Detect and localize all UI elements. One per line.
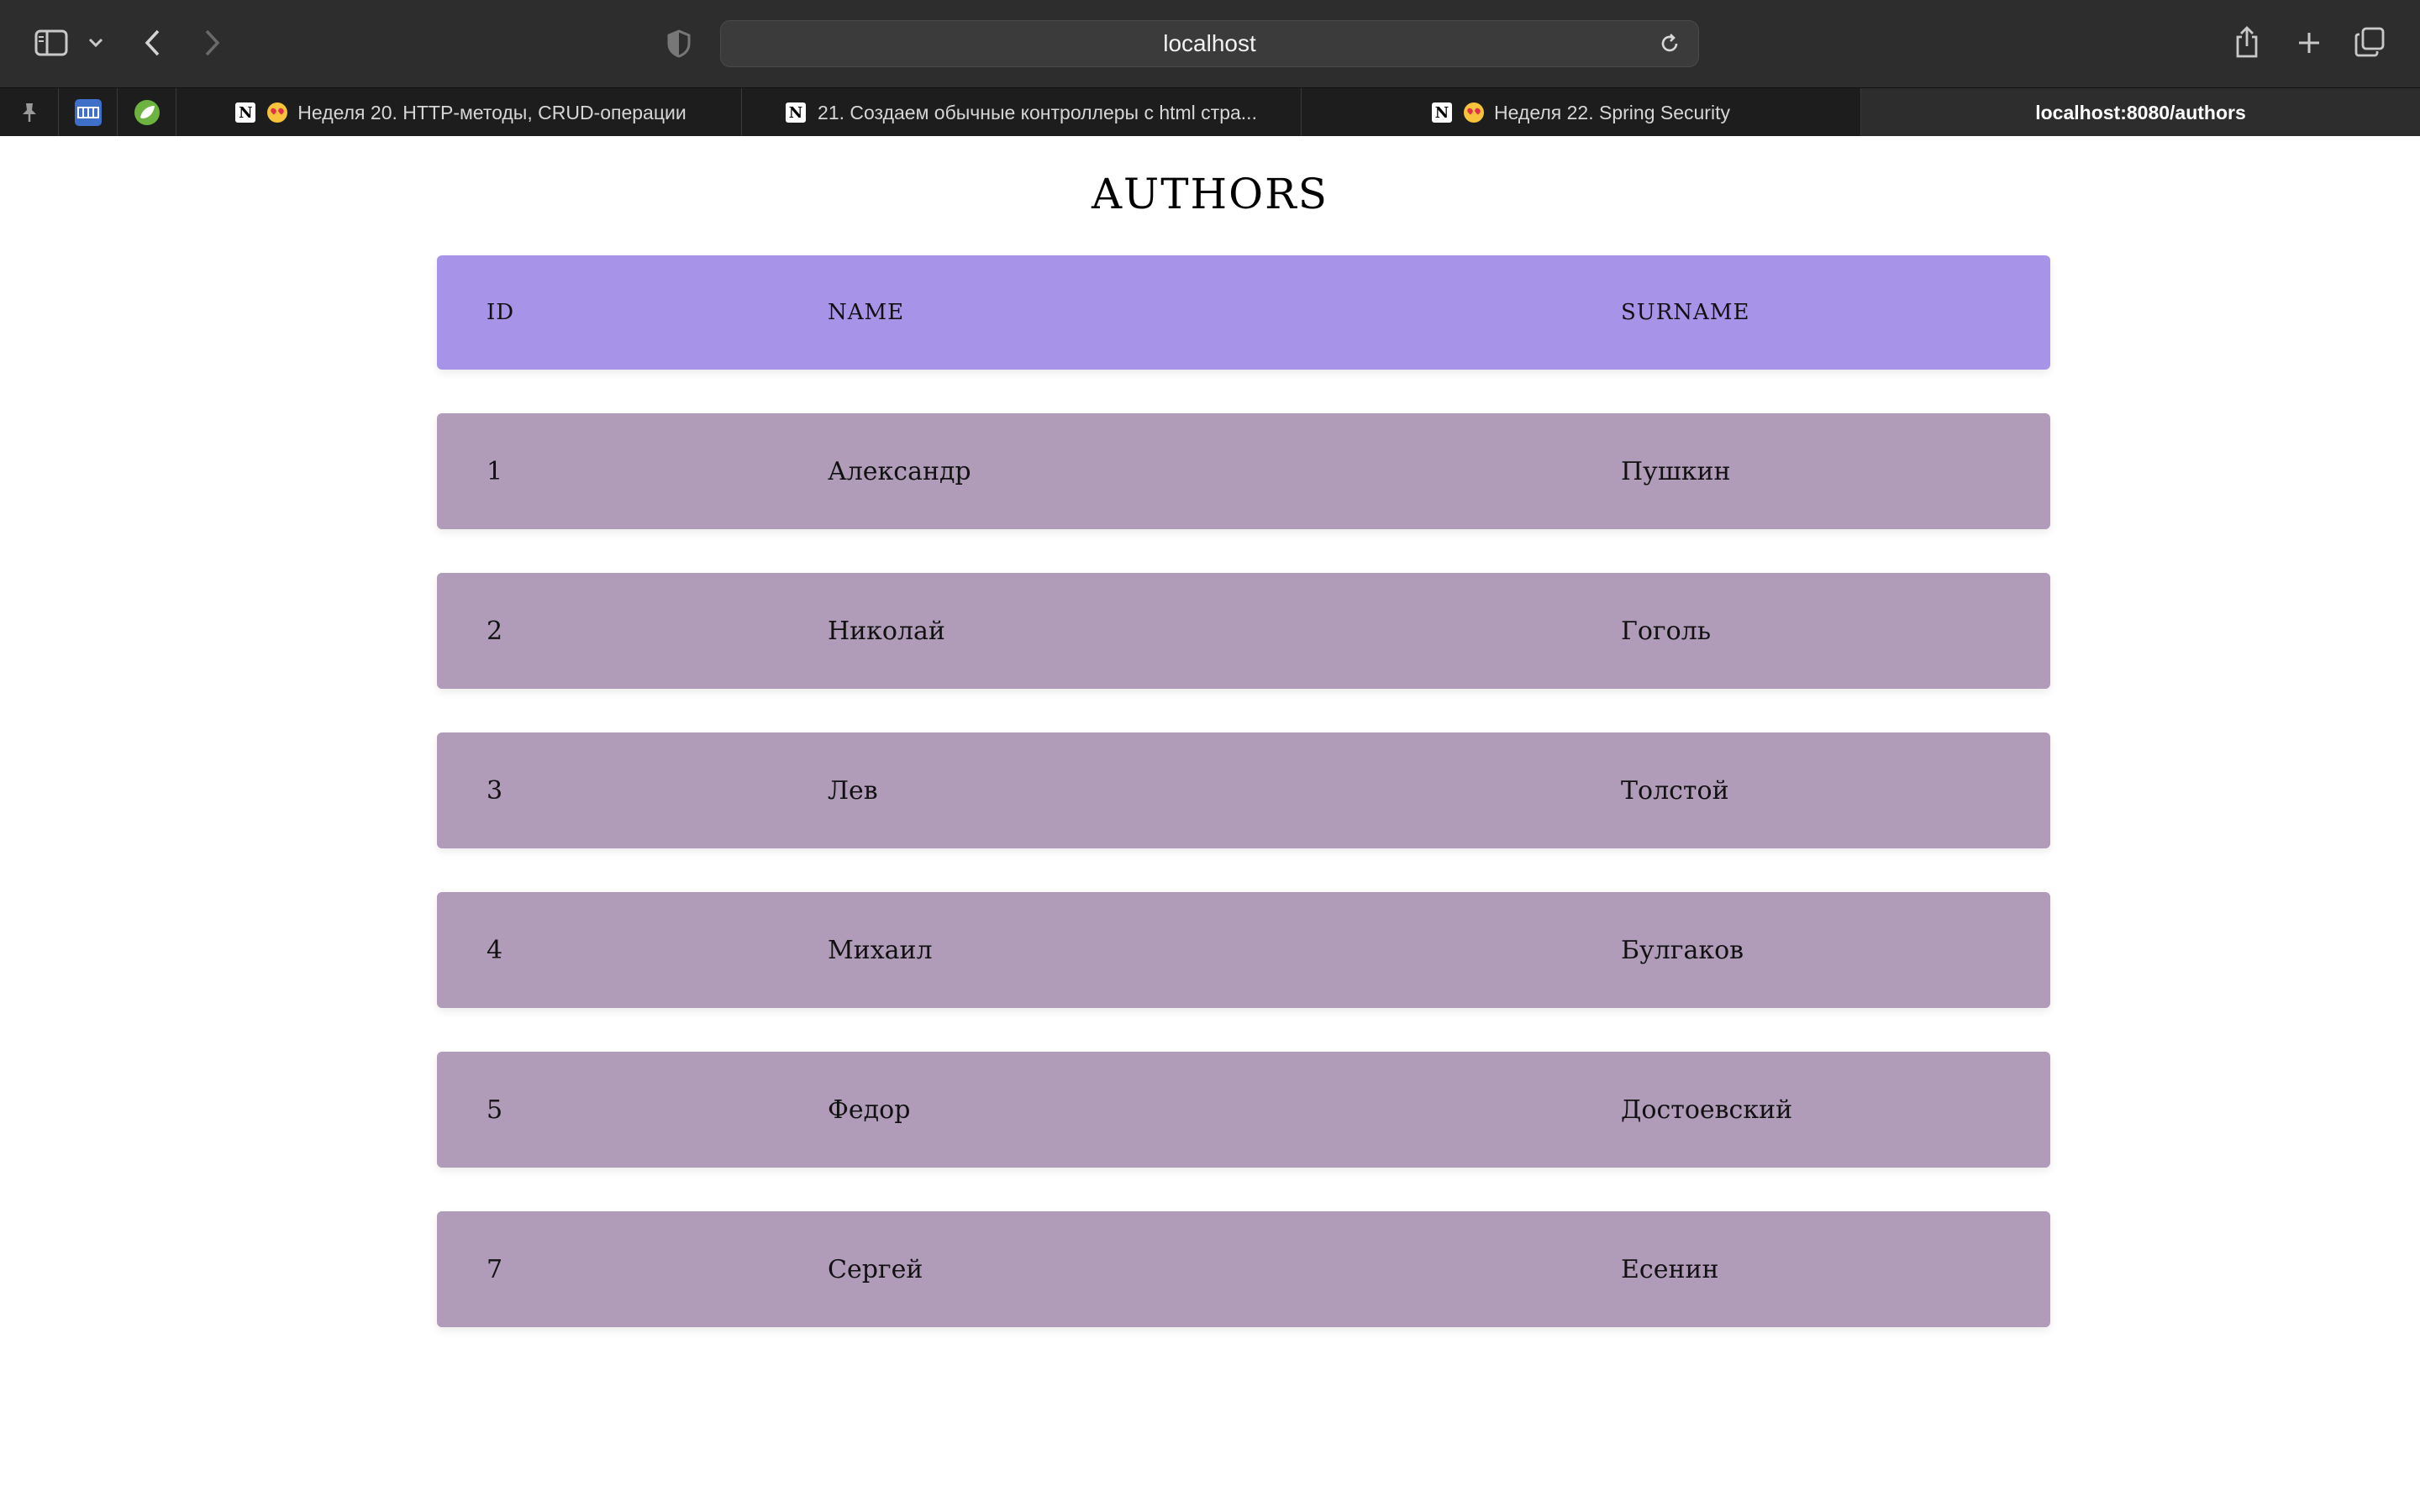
cell-id: 3 xyxy=(487,775,503,806)
tab-label: 21. Создаем обычные контроллеры с html с… xyxy=(818,101,1257,123)
spring-icon[interactable] xyxy=(118,88,176,137)
tab-bar: N Неделя 20. HTTP-методы, CRUD-операции … xyxy=(0,87,2420,137)
table-header-row: ID Name Surname xyxy=(437,255,2050,370)
tab-authors[interactable]: localhost:8080/authors xyxy=(1861,88,2420,137)
cell-name: Лев xyxy=(828,775,878,806)
table-row: 1 Александр Пушкин xyxy=(437,413,2050,529)
table-row: 7 Сергей Есенин xyxy=(437,1211,2050,1327)
tab-label: localhost:8080/authors xyxy=(2035,101,2246,123)
tab-label: Неделя 22. Spring Security xyxy=(1494,101,1730,123)
heart-eyes-emoji-icon xyxy=(267,102,288,123)
cell-name: Сергей xyxy=(828,1254,923,1284)
cell-surname: Есенин xyxy=(1621,1254,1719,1284)
heart-eyes-emoji-icon xyxy=(1464,102,1485,123)
notion-icon: N xyxy=(786,102,807,123)
share-icon[interactable] xyxy=(2232,24,2262,60)
table-row: 4 Михаил Булгаков xyxy=(437,892,2050,1008)
cell-name: Михаил xyxy=(828,935,933,965)
tab-week-20[interactable]: N Неделя 20. HTTP-методы, CRUD-операции xyxy=(181,88,742,137)
notion-icon: N xyxy=(235,102,256,123)
cell-id: 4 xyxy=(487,935,503,965)
tab-overview-icon[interactable] xyxy=(2353,25,2386,59)
authors-table: ID Name Surname 1 Александр Пушкин 2 Ник… xyxy=(437,255,2050,1371)
cell-surname: Гоголь xyxy=(1621,616,1712,646)
cell-surname: Булгаков xyxy=(1621,935,1744,965)
new-tab-plus-icon[interactable] xyxy=(2294,27,2324,59)
privacy-shield-icon[interactable] xyxy=(666,28,692,60)
table-row: 2 Николай Гоголь xyxy=(437,573,2050,689)
reload-icon[interactable] xyxy=(1658,32,1681,61)
address-text: localhost xyxy=(1163,30,1256,56)
pin-icon[interactable] xyxy=(0,88,59,137)
table-row: 5 Федор Достоевский xyxy=(437,1052,2050,1168)
address-bar[interactable]: localhost xyxy=(720,20,1699,67)
browser-toolbar: localhost xyxy=(0,0,2420,87)
cell-name: Николай xyxy=(828,616,945,646)
forward-arrow-icon[interactable] xyxy=(198,27,227,59)
tab-label: Неделя 20. HTTP-методы, CRUD-операции xyxy=(297,101,687,123)
sidebar-toggle-icon[interactable] xyxy=(34,27,69,59)
page-content: Authors ID Name Surname 1 Александр Пушк… xyxy=(0,136,2420,1512)
cell-name: Александр xyxy=(828,456,971,486)
tab-controllers[interactable]: N 21. Создаем обычные контроллеры с html… xyxy=(742,88,1302,137)
back-arrow-icon[interactable] xyxy=(138,27,166,59)
header-surname: Surname xyxy=(1621,300,1750,325)
table-row: 3 Лев Толстой xyxy=(437,732,2050,848)
cell-id: 2 xyxy=(487,616,503,646)
cell-id: 5 xyxy=(487,1095,503,1125)
header-name: Name xyxy=(828,300,905,325)
header-id: ID xyxy=(487,300,515,325)
chevron-down-icon[interactable] xyxy=(84,32,108,54)
mvn-icon[interactable] xyxy=(59,88,118,137)
cell-surname: Достоевский xyxy=(1621,1095,1793,1125)
cell-surname: Пушкин xyxy=(1621,456,1731,486)
page-title: Authors xyxy=(1091,170,1329,218)
cell-id: 7 xyxy=(487,1254,503,1284)
tab-week-22[interactable]: N Неделя 22. Spring Security xyxy=(1302,88,1861,137)
cell-id: 1 xyxy=(487,456,503,486)
notion-icon: N xyxy=(1432,102,1453,123)
cell-surname: Толстой xyxy=(1621,775,1729,806)
cell-name: Федор xyxy=(828,1095,911,1125)
